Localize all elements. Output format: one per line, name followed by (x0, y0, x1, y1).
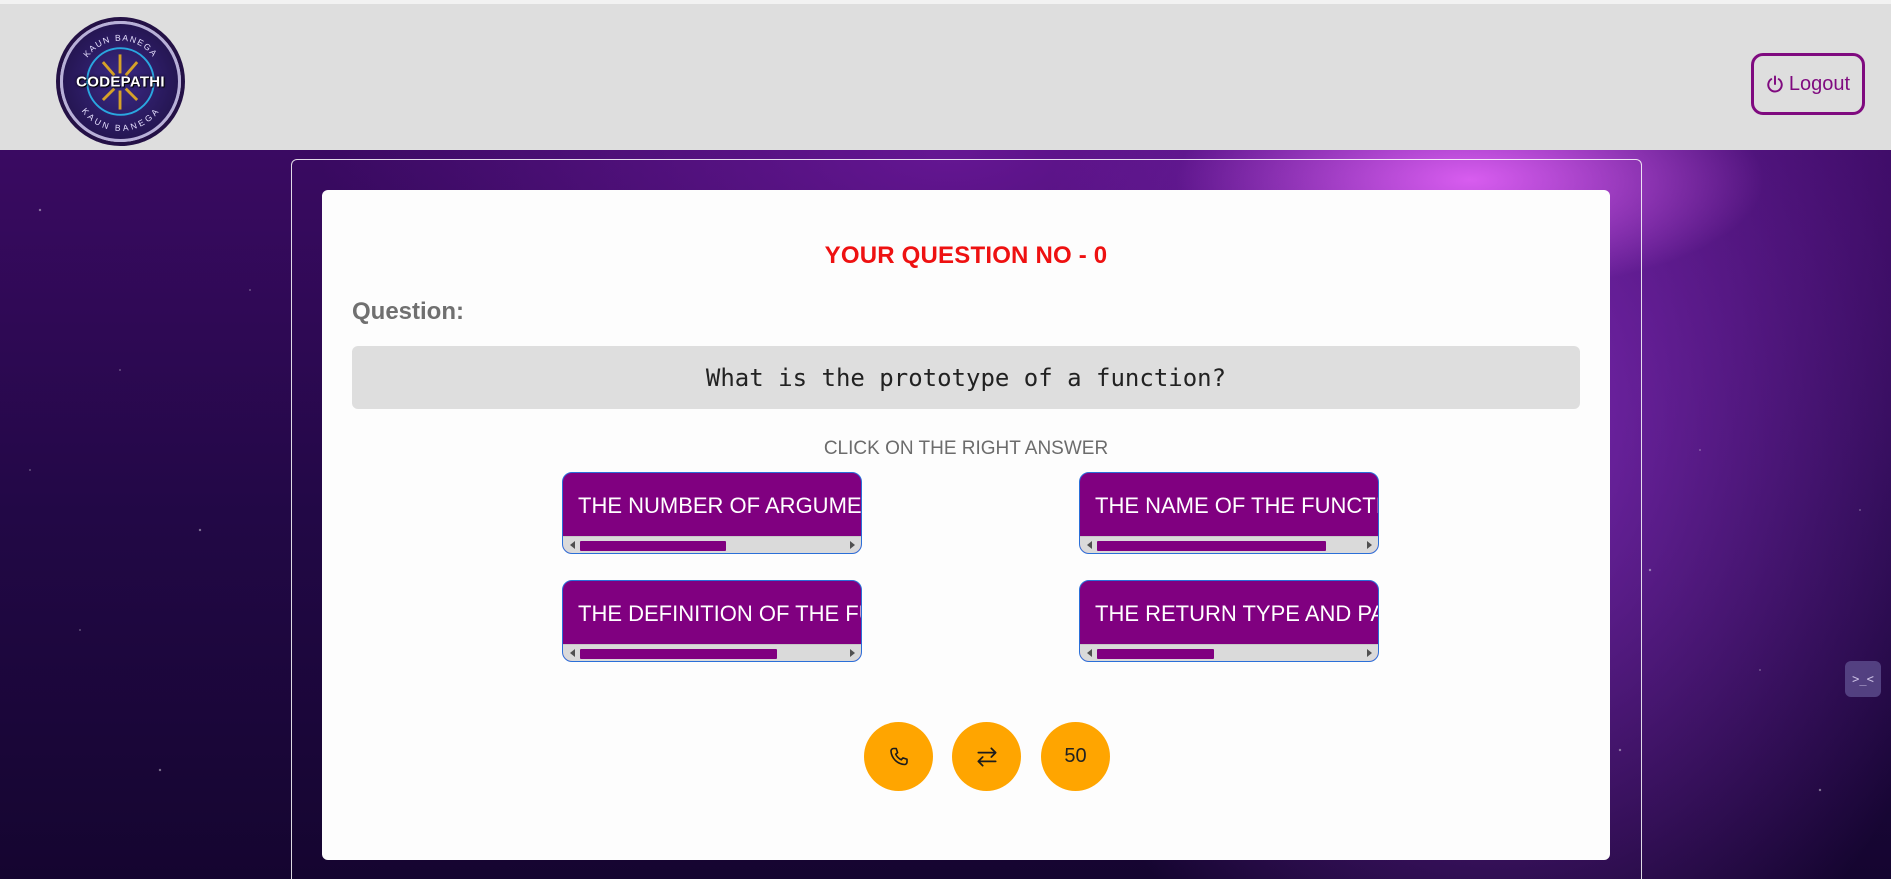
answer-instruction: CLICK ON THE RIGHT ANSWER (823, 438, 1109, 459)
floating-widget-icon[interactable]: >_< (1845, 661, 1881, 697)
phone-a-friend-button[interactable] (864, 722, 933, 791)
option-b-text: THE NAME OF THE FUNCTION (1095, 493, 1378, 518)
top-navbar: KAUN BANEGA KAUN BANEGA CODEPATHI Logout (0, 0, 1891, 150)
question-text: What is the prototype of a function? (705, 363, 1227, 392)
scrollbar-thumb[interactable] (1097, 649, 1214, 659)
fifty-fifty-button[interactable]: 50 (1041, 722, 1110, 791)
scroll-right-arrow-icon[interactable] (845, 645, 859, 661)
fifty-fifty-label: 50 (1064, 745, 1087, 767)
option-b-button[interactable]: THE NAME OF THE FUNCTION (1079, 472, 1379, 554)
svg-text:KAUN BANEGA: KAUN BANEGA (80, 106, 161, 133)
option-d-scrollbar[interactable] (1080, 644, 1378, 661)
codepathi-logo[interactable]: KAUN BANEGA KAUN BANEGA CODEPATHI (60, 21, 181, 142)
scroll-right-arrow-icon[interactable] (1362, 537, 1376, 553)
option-c-button[interactable]: THE DEFINITION OF THE FUNCTION (562, 580, 862, 662)
question-label: Question: (352, 298, 464, 325)
logo-center-text: CODEPATHI (76, 73, 165, 90)
lifelines-row: 50 (322, 722, 1610, 792)
question-number: YOUR QUESTION NO - 0 (824, 242, 1108, 269)
scrollbar-thumb[interactable] (580, 649, 777, 659)
scroll-left-arrow-icon[interactable] (565, 645, 579, 661)
scroll-left-arrow-icon[interactable] (1082, 645, 1096, 661)
option-c-text: THE DEFINITION OF THE FUNCTION (578, 601, 861, 626)
option-d-text: THE RETURN TYPE AND PARAMETERS (1095, 601, 1378, 626)
logo-bottom-text: KAUN BANEGA (80, 106, 160, 133)
power-icon (1767, 75, 1783, 93)
option-a-text: THE NUMBER OF ARGUMENTS (578, 493, 862, 518)
phone-icon (889, 747, 908, 765)
option-a-button[interactable]: THE NUMBER OF ARGUMENTS (562, 472, 862, 554)
option-d-button[interactable]: THE RETURN TYPE AND PARAMETERS (1079, 580, 1379, 662)
option-b-scrollbar[interactable] (1080, 536, 1378, 553)
flip-question-button[interactable] (952, 722, 1021, 791)
option-c-scrollbar[interactable] (563, 644, 861, 661)
question-text-box: What is the prototype of a function? (352, 346, 1580, 409)
scrollbar-thumb[interactable] (580, 541, 726, 551)
scroll-left-arrow-icon[interactable] (1082, 537, 1096, 553)
scroll-left-arrow-icon[interactable] (565, 537, 579, 553)
option-a-scrollbar[interactable] (563, 536, 861, 553)
scroll-right-arrow-icon[interactable] (1362, 645, 1376, 661)
logout-button[interactable]: Logout (1751, 53, 1865, 115)
scroll-right-arrow-icon[interactable] (845, 537, 859, 553)
logout-label: Logout (1788, 72, 1851, 95)
swap-arrows-icon (976, 746, 997, 767)
quiz-card: YOUR QUESTION NO - 0 Question: What is t… (322, 190, 1610, 860)
scrollbar-thumb[interactable] (1097, 541, 1326, 551)
